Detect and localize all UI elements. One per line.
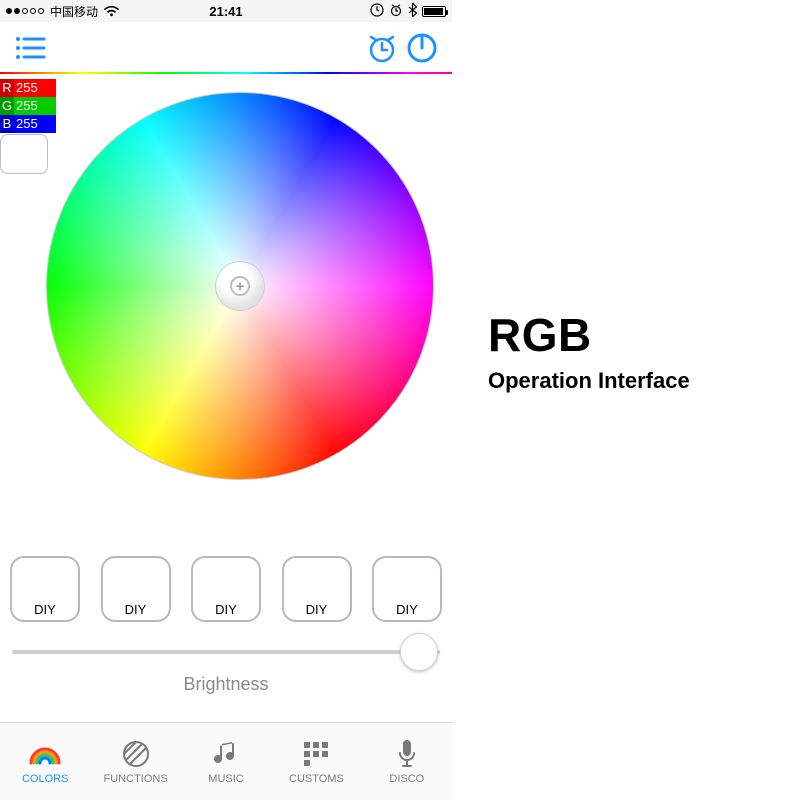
alarm-clock-icon bbox=[365, 31, 399, 65]
menu-button[interactable] bbox=[10, 28, 50, 68]
tab-label: DISCO bbox=[389, 773, 424, 785]
diy-preset-row: DIY DIY DIY DIY DIY bbox=[10, 556, 442, 622]
tab-label: CUSTOMS bbox=[289, 773, 344, 785]
tab-disco[interactable]: DISCO bbox=[362, 723, 452, 800]
red-label: R bbox=[0, 79, 14, 97]
brightness-control: Brightness bbox=[12, 650, 440, 695]
diy-label: DIY bbox=[193, 602, 259, 617]
blue-label: B bbox=[0, 115, 14, 133]
grid-icon bbox=[299, 739, 333, 769]
power-icon bbox=[404, 30, 440, 66]
music-note-icon bbox=[209, 739, 243, 769]
timer-button[interactable] bbox=[362, 28, 402, 68]
tab-label: COLORS bbox=[22, 773, 68, 785]
hatch-circle-icon bbox=[119, 739, 153, 769]
color-preview-swatch bbox=[0, 134, 48, 174]
brightness-label: Brightness bbox=[12, 674, 440, 695]
brightness-slider[interactable] bbox=[12, 650, 440, 654]
status-bar: 中国移动 21:41 bbox=[0, 0, 452, 22]
tab-functions[interactable]: FUNCTIONS bbox=[90, 723, 180, 800]
diy-label: DIY bbox=[284, 602, 350, 617]
diy-preset-3[interactable]: DIY bbox=[191, 556, 261, 622]
app-toolbar bbox=[0, 22, 452, 74]
tab-label: FUNCTIONS bbox=[104, 773, 168, 785]
color-wheel[interactable]: + bbox=[46, 92, 434, 480]
tab-colors[interactable]: COLORS bbox=[0, 723, 90, 800]
power-button[interactable] bbox=[402, 28, 442, 68]
tab-customs[interactable]: CUSTOMS bbox=[271, 723, 361, 800]
diy-preset-5[interactable]: DIY bbox=[372, 556, 442, 622]
microphone-icon bbox=[390, 739, 424, 769]
green-label: G bbox=[0, 97, 14, 115]
diy-label: DIY bbox=[103, 602, 169, 617]
menu-icon bbox=[14, 36, 46, 60]
caption-title: RGB bbox=[488, 308, 690, 362]
diy-preset-2[interactable]: DIY bbox=[101, 556, 171, 622]
color-wheel-cursor[interactable]: + bbox=[230, 276, 250, 296]
tab-music[interactable]: MUSIC bbox=[181, 723, 271, 800]
phone-screen: 中国移动 21:41 bbox=[0, 0, 452, 800]
diy-label: DIY bbox=[374, 602, 440, 617]
rainbow-icon bbox=[28, 739, 62, 769]
caption-subtitle: Operation Interface bbox=[488, 368, 690, 394]
caption: RGB Operation Interface bbox=[488, 308, 690, 394]
diy-preset-1[interactable]: DIY bbox=[10, 556, 80, 622]
battery-icon bbox=[422, 6, 446, 17]
brightness-thumb[interactable] bbox=[400, 633, 438, 671]
tab-bar: COLORS FUNCTIONS MUSIC CUSTOMS bbox=[0, 722, 452, 800]
clock-label: 21:41 bbox=[0, 4, 452, 19]
diy-preset-4[interactable]: DIY bbox=[282, 556, 352, 622]
tab-label: MUSIC bbox=[208, 773, 243, 785]
diy-label: DIY bbox=[12, 602, 78, 617]
